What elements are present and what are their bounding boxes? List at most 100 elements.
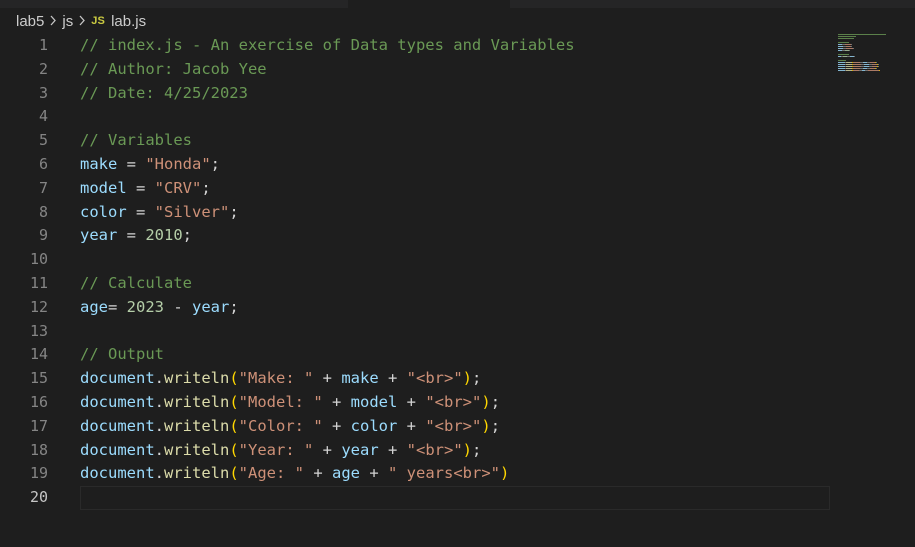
- code-token-op: ;: [182, 226, 192, 245]
- code-line[interactable]: document.writeln("Model: " + model + "<b…: [80, 391, 830, 415]
- line-number-gutter: 1 2 3 4 5 6 7 8 9 10 11 12 13 14 15 16 17 18 19 20: [0, 34, 60, 510]
- line-number: 20: [29, 488, 48, 507]
- code-line[interactable]: [80, 105, 830, 129]
- line-number: 2: [38, 59, 48, 78]
- minimap-token: [878, 66, 879, 67]
- minimap-token: [838, 54, 849, 55]
- code-token-paren: (: [229, 369, 239, 388]
- code-line[interactable]: [80, 248, 830, 272]
- line-number: 14: [29, 345, 48, 364]
- code-token-op: +: [322, 416, 351, 435]
- line-number: 8: [38, 202, 48, 221]
- minimap-token: [868, 70, 879, 71]
- code-line[interactable]: age= 2023 - year;: [80, 296, 830, 320]
- code-token-comment: // Output: [80, 345, 164, 364]
- line-number: 3: [38, 83, 48, 102]
- minimap-token: [838, 66, 845, 67]
- code-line[interactable]: color = "Silver";: [80, 201, 830, 225]
- code-token-paren: (: [229, 392, 239, 411]
- code-token-var: document: [80, 416, 155, 435]
- code-token-str: "<br>": [406, 440, 463, 459]
- code-token-paren: ): [481, 416, 491, 435]
- minimap-token: [838, 60, 846, 61]
- line-number: 15: [29, 369, 48, 388]
- minimap-token: [838, 70, 845, 71]
- code-line[interactable]: year = 2010;: [80, 224, 830, 248]
- line-number: 4: [38, 107, 48, 126]
- code-token-paren: ): [462, 369, 472, 388]
- code-token-op: ;: [490, 416, 501, 435]
- code-line[interactable]: // Calculate: [80, 272, 830, 296]
- code-token-str: "Honda": [145, 154, 211, 173]
- line-number: 6: [38, 154, 48, 173]
- editor-window: lab5 js JS lab.js 1 2 3 4 5 6 7 8 9 10 11 12 13 14 15 1…: [0, 0, 915, 547]
- minimap-token: [876, 62, 877, 63]
- code-content[interactable]: // index.js - An exercise of Data types …: [80, 34, 830, 510]
- breadcrumb-item-lab5[interactable]: lab5: [16, 13, 44, 30]
- code-line[interactable]: model = "CRV";: [80, 177, 830, 201]
- code-token-paren: ): [499, 464, 510, 483]
- code-line[interactable]: document.writeln("Year: " + year + "<br>…: [80, 439, 830, 463]
- code-token-var: document: [80, 464, 155, 483]
- code-token-str: "Year: ": [238, 440, 314, 459]
- code-line[interactable]: // index.js - An exercise of Data types …: [80, 34, 830, 58]
- code-token-op: -: [164, 297, 192, 316]
- code-token-op: ;: [490, 392, 501, 411]
- code-token-op: .: [154, 464, 164, 483]
- breadcrumb-item-file[interactable]: lab.js: [111, 13, 146, 30]
- code-token-str: "Silver": [154, 202, 230, 221]
- code-line[interactable]: document.writeln("Age: " + age + " years…: [80, 462, 830, 486]
- minimap-token: [854, 56, 855, 57]
- minimap-token: [879, 70, 880, 71]
- code-editor[interactable]: 1 2 3 4 5 6 7 8 9 10 11 12 13 14 15 16 17 18 19 20 // index…: [0, 34, 915, 547]
- code-token-var: year: [341, 440, 379, 459]
- code-line[interactable]: document.writeln("Color: " + color + "<b…: [80, 415, 830, 439]
- breadcrumb-item-js[interactable]: js: [62, 13, 73, 30]
- code-token-op: ;: [472, 440, 482, 459]
- code-token-str: "Make: ": [238, 369, 314, 388]
- minimap-token: [853, 48, 854, 49]
- minimap-token: [838, 38, 854, 39]
- code-token-fn: writeln: [164, 369, 230, 388]
- minimap-token: [838, 62, 845, 63]
- code-token-paren: ): [481, 392, 491, 411]
- line-number: 11: [29, 273, 48, 292]
- breadcrumb: lab5 js JS lab.js: [16, 10, 146, 32]
- minimap-token: [849, 50, 850, 51]
- code-token-op: .: [154, 369, 164, 388]
- code-token-op: .: [154, 392, 164, 411]
- code-token-op: .: [154, 416, 164, 435]
- code-line[interactable]: document.writeln("Make: " + make + "<br>…: [80, 367, 830, 391]
- code-token-op: ;: [229, 297, 239, 316]
- code-line[interactable]: [80, 320, 830, 344]
- code-token-op: =: [108, 297, 127, 316]
- minimap-token: [853, 62, 860, 63]
- line-number: 9: [38, 226, 48, 245]
- javascript-file-icon: JS: [91, 15, 106, 27]
- code-line[interactable]: // Date: 4/25/2023: [80, 82, 830, 106]
- line-number: 5: [38, 131, 48, 150]
- code-line[interactable]: // Variables: [80, 129, 830, 153]
- code-line[interactable]: [80, 486, 830, 510]
- minimap-token: [838, 68, 845, 69]
- code-token-op: ;: [472, 369, 482, 388]
- code-line[interactable]: make = "Honda";: [80, 153, 830, 177]
- minimap[interactable]: [838, 34, 898, 74]
- minimap-token: [838, 36, 856, 37]
- code-token-str: "Model: ": [238, 392, 323, 411]
- minimap-token: [878, 64, 879, 65]
- code-token-op: +: [322, 392, 351, 411]
- code-token-op: +: [397, 392, 426, 411]
- code-line[interactable]: // Output: [80, 343, 830, 367]
- minimap-token: [876, 68, 877, 69]
- code-token-op: =: [117, 226, 146, 245]
- code-token-op: ;: [201, 178, 211, 197]
- line-number: 16: [29, 392, 48, 411]
- code-line[interactable]: // Author: Jacob Yee: [80, 58, 830, 82]
- code-token-var: model: [80, 178, 127, 197]
- minimap-token: [838, 42, 849, 43]
- code-token-str: "<br>": [425, 416, 482, 435]
- code-token-str: "<br>": [425, 392, 482, 411]
- code-token-op: +: [378, 440, 407, 459]
- chevron-right-icon: [46, 14, 60, 29]
